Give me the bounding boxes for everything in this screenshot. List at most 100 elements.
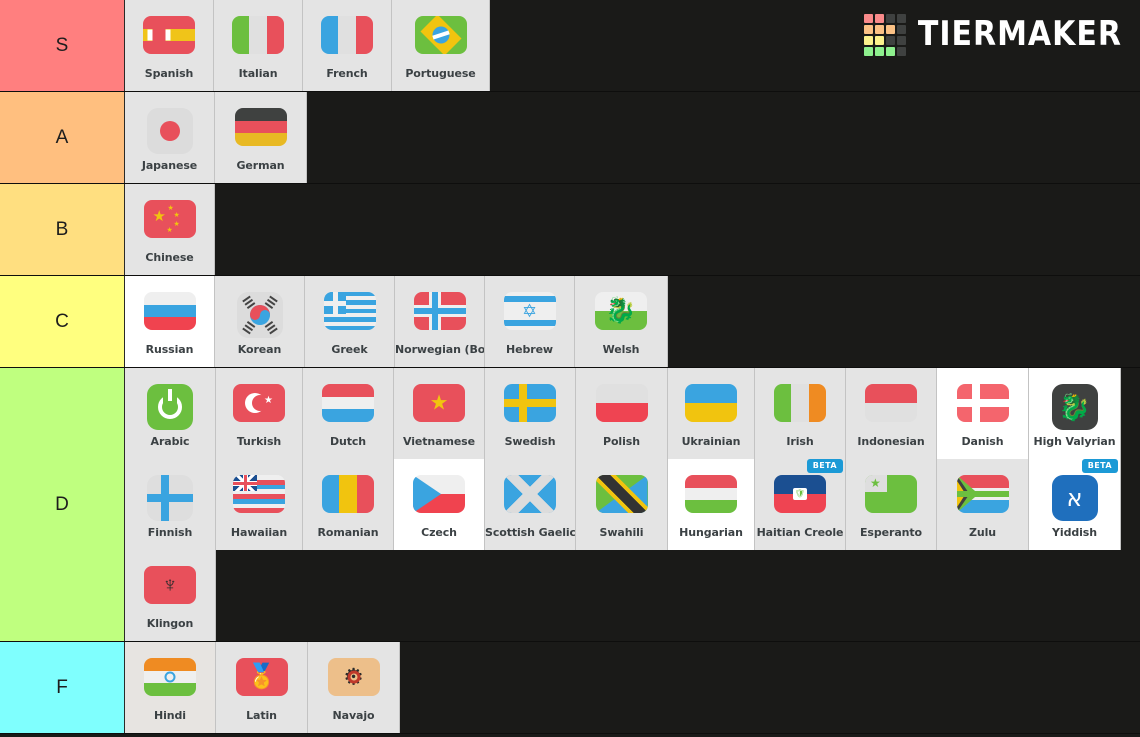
logo-cell bbox=[874, 47, 884, 56]
tier-item-card[interactable]: BETA 🛡 Haitian Creole bbox=[755, 459, 846, 550]
tiermaker-logo-grid-icon bbox=[863, 14, 906, 56]
tier-item-label: Turkish bbox=[236, 435, 282, 448]
tier-item-card[interactable]: Norwegian (Bokmål) bbox=[395, 276, 485, 367]
tier-item-card[interactable]: Korean bbox=[215, 276, 305, 367]
tier-item-card[interactable]: ✡ Hebrew bbox=[485, 276, 575, 367]
tier-item-card[interactable]: Hindi bbox=[125, 642, 216, 733]
flag-icon bbox=[233, 475, 285, 513]
tier-item-card[interactable]: Swedish bbox=[485, 368, 576, 459]
tier-item-label: German bbox=[236, 159, 285, 172]
tier-item-card[interactable]: BETA א Yiddish bbox=[1029, 459, 1121, 550]
flag-icon: ★ bbox=[233, 384, 285, 422]
flag-icon: א bbox=[1051, 475, 1098, 521]
tier-item-label: Czech bbox=[421, 526, 457, 539]
tier-label-b[interactable]: B bbox=[0, 184, 125, 275]
tier-item-card[interactable]: ★ Vietnamese bbox=[394, 368, 485, 459]
logo-cell bbox=[863, 14, 873, 23]
flag-icon bbox=[774, 384, 826, 422]
tier-item-label: Yiddish bbox=[1052, 526, 1097, 539]
flag-icon bbox=[234, 108, 287, 146]
flag-icon bbox=[144, 658, 196, 696]
tier-item-card[interactable]: Polish bbox=[576, 368, 668, 459]
tier-item-label: Korean bbox=[237, 343, 282, 356]
tier-item-label: Polish bbox=[603, 435, 640, 448]
beta-badge: BETA bbox=[806, 459, 843, 473]
flag-icon bbox=[413, 292, 466, 330]
flag-icon: ★ ★ ★ ★ ★ bbox=[143, 200, 196, 238]
tier-item-card[interactable]: Arabic bbox=[125, 368, 216, 459]
flag-icon bbox=[321, 16, 373, 54]
tier-item-card[interactable]: 🐉 Welsh bbox=[575, 276, 668, 367]
tier-item-label: Vietnamese bbox=[403, 435, 475, 448]
tier-item-card[interactable]: Irish bbox=[755, 368, 846, 459]
tier-item-card[interactable]: ★ Esperanto bbox=[846, 459, 937, 550]
tier-item-card[interactable]: 🏅 Latin bbox=[216, 642, 308, 733]
tier-item-card[interactable]: ★ Turkish bbox=[216, 368, 303, 459]
flag-icon: ★ bbox=[865, 475, 917, 513]
tier-label-f[interactable]: F bbox=[0, 642, 125, 733]
tier-item-card[interactable]: German bbox=[215, 92, 307, 183]
tier-item-label: Hungarian bbox=[679, 526, 743, 539]
tier-item-label: Zulu bbox=[968, 526, 996, 539]
tier-item-card[interactable]: Finnish bbox=[125, 459, 216, 550]
logo-cell bbox=[896, 25, 906, 34]
flag-icon bbox=[595, 384, 648, 422]
tier-item-card[interactable]: Greek bbox=[305, 276, 395, 367]
tier-item-card[interactable]: Hungarian bbox=[668, 459, 755, 550]
flag-icon bbox=[146, 108, 193, 154]
tier-row-f: F Hindi 🏅 Latin ⚙ Navajo bbox=[0, 642, 1140, 734]
tier-label-c[interactable]: C bbox=[0, 276, 125, 367]
flag-icon bbox=[865, 384, 917, 422]
tier-item-label: Latin bbox=[246, 709, 277, 722]
tier-item-card[interactable]: Zulu bbox=[937, 459, 1029, 550]
tier-row-c: CRussian Korean Greek Norwegian (Bokmål)… bbox=[0, 276, 1140, 368]
tier-item-card[interactable]: Ukrainian bbox=[668, 368, 755, 459]
tier-item-label: High Valyrian bbox=[1033, 435, 1116, 448]
tier-label-a[interactable]: A bbox=[0, 92, 125, 183]
tier-items-f: Hindi 🏅 Latin ⚙ Navajo bbox=[125, 642, 1140, 733]
tier-item-card[interactable]: Dutch bbox=[303, 368, 394, 459]
flag-icon: 🏅 bbox=[235, 658, 288, 696]
tier-item-label: Hindi bbox=[154, 709, 186, 722]
flag-icon: ⚙ bbox=[327, 658, 380, 696]
tier-item-card[interactable]: ⚙ Navajo bbox=[308, 642, 400, 733]
tier-item-label: Portuguese bbox=[405, 67, 476, 80]
tier-item-card[interactable]: Danish bbox=[937, 368, 1029, 459]
flag-icon bbox=[322, 475, 374, 513]
tier-item-card[interactable]: Portuguese bbox=[392, 0, 490, 91]
logo-cell bbox=[863, 47, 873, 56]
tier-item-card[interactable]: French bbox=[303, 0, 392, 91]
tier-item-card[interactable]: Japanese bbox=[125, 92, 215, 183]
logo-cell bbox=[885, 14, 895, 23]
flag-icon: 🐉 bbox=[1051, 384, 1098, 430]
tier-item-card[interactable]: Swahili bbox=[576, 459, 668, 550]
tier-item-card[interactable]: Spanish bbox=[125, 0, 214, 91]
tier-item-card[interactable]: 🐉 High Valyrian bbox=[1029, 368, 1121, 459]
flag-icon bbox=[956, 384, 1009, 422]
tier-item-label: Esperanto bbox=[860, 526, 922, 539]
tier-item-label: Arabic bbox=[150, 435, 190, 448]
tier-item-card[interactable]: Scottish Gaelic bbox=[485, 459, 576, 550]
logo-cell bbox=[896, 36, 906, 45]
flag-icon: ♆ bbox=[144, 566, 196, 604]
tier-row-a: A Japanese German bbox=[0, 92, 1140, 184]
logo-cell bbox=[896, 47, 906, 56]
tier-item-card[interactable]: Italian bbox=[214, 0, 303, 91]
flag-icon bbox=[143, 16, 195, 54]
tier-item-card[interactable]: ★ ★ ★ ★ ★ Chinese bbox=[125, 184, 215, 275]
tier-item-label: Swedish bbox=[504, 435, 556, 448]
tier-item-card[interactable]: Hawaiian bbox=[216, 459, 303, 550]
tier-item-card[interactable]: Romanian bbox=[303, 459, 394, 550]
tier-item-card[interactable]: Czech bbox=[394, 459, 485, 550]
flag-icon bbox=[323, 292, 376, 330]
tier-label-s[interactable]: S bbox=[0, 0, 125, 91]
logo-cell bbox=[863, 25, 873, 34]
flag-icon bbox=[143, 292, 196, 330]
tier-label-d[interactable]: D bbox=[0, 368, 125, 641]
beta-badge: BETA bbox=[1081, 459, 1118, 473]
tier-item-label: Swahili bbox=[599, 526, 644, 539]
tier-item-card[interactable]: ♆ Klingon bbox=[125, 550, 216, 641]
tier-item-label: Hebrew bbox=[506, 343, 553, 356]
tier-item-card[interactable]: Indonesian bbox=[846, 368, 937, 459]
tier-item-card[interactable]: Russian bbox=[125, 276, 215, 367]
